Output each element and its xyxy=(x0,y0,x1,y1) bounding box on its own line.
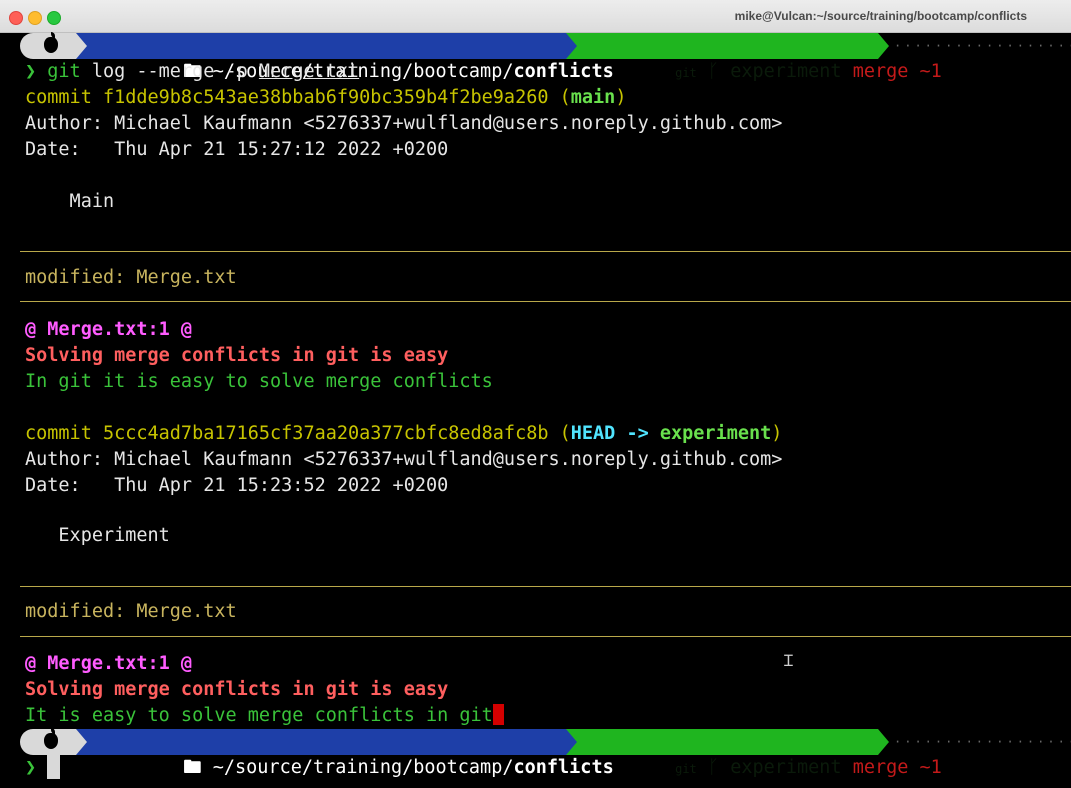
command-name: git xyxy=(47,61,81,82)
folder-icon: 🖿 xyxy=(183,757,213,778)
text-cursor xyxy=(492,704,504,725)
apple-icon xyxy=(44,32,58,53)
hunk-header: @ Merge.txt:1 @ xyxy=(25,653,193,674)
commit-ref-close: ) xyxy=(771,423,783,444)
modified-line: modified: Merge.txt xyxy=(25,267,237,288)
segment-separator xyxy=(566,729,577,755)
git-label: git xyxy=(675,66,697,80)
path-prefix: ~/source/training/bootcamp/ xyxy=(212,757,514,778)
merge-state: merge ~1 xyxy=(852,757,942,778)
prompt-fill-dots: ····················· xyxy=(894,39,1071,53)
divider xyxy=(20,251,1071,252)
prompt-bar: 🖿 ~/source/training/bootcamp/conflicts g… xyxy=(20,728,1071,778)
ibeam-cursor-icon: Ɪ xyxy=(784,651,793,670)
segment-separator xyxy=(76,729,87,755)
diff-removed-line: Solving merge conflicts in git is easy xyxy=(25,345,449,366)
hunk-header: @ Merge.txt:1 @ xyxy=(25,319,193,340)
os-segment xyxy=(20,728,76,755)
git-segment: git ᚴ experiment merge ~1 xyxy=(566,33,942,82)
commit-ref-close: ) xyxy=(615,87,627,108)
close-button[interactable] xyxy=(9,11,23,25)
commit-hash: commit f1dde9b8c543ae38bbab6f90bc359b4f2… xyxy=(25,87,571,108)
author-line: Author: Michael Kaufmann <5276337+wulfla… xyxy=(25,113,783,134)
prompt-bar: 🖿 ~/source/training/bootcamp/conflicts g… xyxy=(20,32,1071,82)
path-segment: 🖿 ~/source/training/bootcamp/conflicts xyxy=(76,33,614,82)
prompt-chevron: ❯ xyxy=(25,61,37,82)
apple-icon xyxy=(44,728,58,749)
command-file: Merge.txt xyxy=(258,61,360,82)
git-label: git xyxy=(675,762,697,776)
commit-ref: experiment xyxy=(659,423,772,444)
diff-added-line: In git it is easy to solve merge conflic… xyxy=(25,371,493,392)
branch-name: experiment xyxy=(730,61,842,82)
command-line: ❯ git log --merge -p Merge.txt xyxy=(25,59,359,85)
commit-hash: commit 5ccc4ad7ba17165cf37aa20a377cbfc8e… xyxy=(25,423,571,444)
branch-name: experiment xyxy=(730,757,842,778)
branch-icon: ᚴ xyxy=(696,757,731,778)
title-bar[interactable]: mike@Vulcan:~/source/training/bootcamp/c… xyxy=(0,0,1071,33)
commit-head-ref: HEAD -> xyxy=(570,423,660,444)
commit-line: commit f1dde9b8c543ae38bbab6f90bc359b4f2… xyxy=(25,85,626,111)
branch-icon: ᚴ xyxy=(696,61,731,82)
merge-state: merge ~1 xyxy=(852,61,942,82)
commit-line: commit 5ccc4ad7ba17165cf37aa20a377cbfc8e… xyxy=(25,421,782,447)
commit-ref: main xyxy=(570,87,616,108)
input-cursor xyxy=(47,755,61,779)
date-line: Date: Thu Apr 21 15:23:52 2022 +0200 xyxy=(25,475,449,496)
zoom-button[interactable] xyxy=(47,11,61,25)
divider xyxy=(20,586,1071,587)
divider xyxy=(20,301,1071,302)
path-segment: 🖿 ~/source/training/bootcamp/conflicts xyxy=(76,729,614,778)
modified-line: modified: Merge.txt xyxy=(25,601,237,622)
prompt-chevron: ❯ xyxy=(25,757,37,778)
diff-added-text: It is easy to solve merge conflicts in g… xyxy=(25,705,493,726)
segment-separator xyxy=(878,33,889,59)
date-line: Date: Thu Apr 21 15:27:12 2022 +0200 xyxy=(25,139,449,160)
segment-separator xyxy=(878,729,889,755)
segment-separator xyxy=(76,33,87,59)
author-line: Author: Michael Kaufmann <5276337+wulfla… xyxy=(25,449,783,470)
os-segment xyxy=(20,32,76,59)
minimize-button[interactable] xyxy=(28,11,42,25)
diff-removed-line: Solving merge conflicts in git is easy xyxy=(25,679,449,700)
window-title: mike@Vulcan:~/source/training/bootcamp/c… xyxy=(734,9,1027,23)
commit-message: Experiment xyxy=(25,525,170,546)
prompt-fill-dots: ····················· xyxy=(894,735,1071,749)
git-segment: git ᚴ experiment merge ~1 xyxy=(566,729,942,778)
input-line[interactable]: ❯ xyxy=(25,755,61,781)
divider xyxy=(20,636,1071,637)
diff-added-line: It is easy to solve merge conflicts in g… xyxy=(25,703,504,729)
terminal-window: mike@Vulcan:~/source/training/bootcamp/c… xyxy=(0,0,1071,788)
terminal-content[interactable]: 🖿 ~/source/training/bootcamp/conflicts g… xyxy=(0,32,1071,788)
commit-message: Main xyxy=(25,191,115,212)
segment-separator xyxy=(566,33,577,59)
command-args: log --merge -p xyxy=(80,61,259,82)
